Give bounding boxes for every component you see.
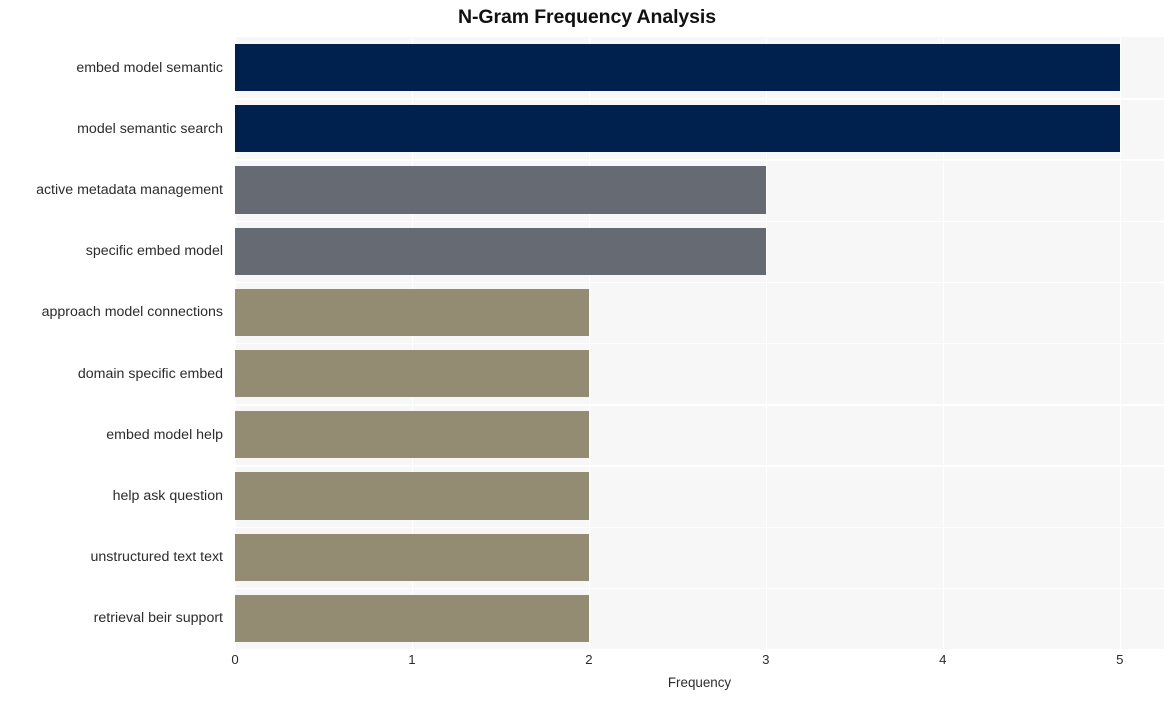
x-axis-tick-label: 0 (231, 652, 239, 667)
x-axis-tick-label: 1 (408, 652, 416, 667)
y-axis-tick-label: embed model semantic (76, 59, 223, 76)
bar[interactable] (235, 288, 589, 336)
y-gridline (235, 281, 1164, 284)
y-gridline (235, 526, 1164, 528)
y-axis-tick-label: active metadata management (36, 182, 223, 198)
y-gridline (235, 587, 1164, 590)
plot-area (235, 37, 1164, 649)
chart-page: N-Gram Frequency Analysis embed model se… (0, 0, 1174, 701)
x-axis-tick-label: 3 (762, 652, 770, 667)
y-gridline (235, 343, 1164, 345)
y-axis-tick-label: embed model help (106, 426, 223, 443)
bar[interactable] (235, 105, 1120, 153)
y-gridline (235, 465, 1164, 467)
y-axis-label-group: embed model semantic model semantic searc… (0, 37, 229, 649)
bar[interactable] (235, 227, 766, 275)
bar[interactable] (235, 44, 1120, 92)
bar[interactable] (235, 411, 589, 459)
x-axis-tick-group: 0 1 2 3 4 5 (231, 652, 1164, 672)
y-axis-tick-label: retrieval beir support (93, 610, 223, 627)
x-axis-tick-label: 4 (939, 652, 947, 667)
y-gridline (235, 404, 1164, 406)
y-gridline (235, 159, 1164, 161)
y-axis-tick-label: help ask question (112, 488, 223, 504)
y-gridline (235, 98, 1164, 100)
bar[interactable] (235, 533, 589, 581)
y-axis-tick-label: domain specific embed (77, 365, 223, 382)
bar[interactable] (235, 472, 589, 520)
x-axis-tick-label: 5 (1116, 652, 1124, 667)
x-axis-title: Frequency (667, 675, 732, 690)
y-gridline (235, 220, 1164, 222)
y-axis-tick-label: model semantic search (77, 120, 223, 137)
bar[interactable] (235, 594, 589, 642)
x-axis-tick-label: 2 (585, 652, 593, 667)
page-title: N-Gram Frequency Analysis (458, 6, 716, 28)
y-axis-tick-label: unstructured text text (90, 549, 223, 566)
y-axis-tick-label: approach model connections (41, 304, 223, 321)
bar[interactable] (235, 166, 766, 214)
bar[interactable] (235, 350, 589, 398)
y-axis-tick-label: specific embed model (85, 243, 223, 260)
